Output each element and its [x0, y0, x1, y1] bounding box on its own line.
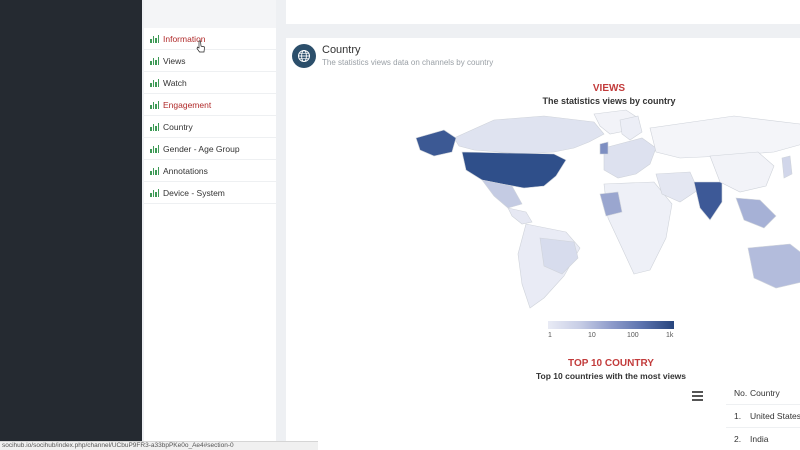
nav-item-label: Annotations	[163, 165, 208, 176]
nav-item-gender-age-group[interactable]: Gender - Age Group	[144, 138, 276, 160]
map-region-southeast-asia	[735, 197, 777, 229]
app-sidebar	[0, 0, 142, 450]
bar-chart-icon	[150, 144, 159, 153]
top10-title: TOP 10 COUNTRY	[568, 358, 654, 369]
world-map[interactable]	[404, 108, 800, 318]
legend-label: 10	[588, 332, 596, 339]
nav-item-label: Engagement	[163, 99, 212, 110]
nav-item-views[interactable]: Views	[144, 50, 276, 72]
globe-icon	[292, 44, 316, 68]
section-nav: Information Views Watch Engagement Count…	[144, 28, 276, 450]
row-number: 2.	[734, 434, 742, 444]
nav-header-strip	[144, 0, 276, 28]
bar-chart-icon	[150, 188, 159, 197]
browser-status-bar: socihub.io/socihub/index.php/channel/UCb…	[0, 441, 318, 450]
legend-color-scale	[548, 321, 674, 329]
map-region-west-africa	[599, 191, 623, 217]
column-header-no: No.	[734, 388, 748, 398]
nav-item-annotations[interactable]: Annotations	[144, 160, 276, 182]
bar-chart-icon	[150, 166, 159, 175]
legend-label: 100	[627, 332, 639, 339]
table-header-row: No. Country	[726, 382, 800, 405]
content-top-bar	[286, 0, 800, 24]
bar-chart-icon	[150, 100, 159, 109]
table-row[interactable]: 2. India	[726, 428, 800, 450]
map-region-central-america	[507, 207, 533, 225]
bar-chart-icon	[150, 56, 159, 65]
map-region-russia	[649, 115, 800, 159]
top10-table: No. Country 1. United States 2. India	[726, 382, 800, 450]
bar-chart-icon	[150, 34, 159, 43]
bar-chart-icon	[150, 78, 159, 87]
nav-item-label: Device - System	[163, 187, 225, 198]
map-region-japan	[781, 155, 793, 179]
map-region-europe	[603, 137, 657, 179]
nav-item-engagement[interactable]: Engagement	[144, 94, 276, 116]
legend-label: 1	[548, 332, 552, 339]
map-region-usa	[461, 151, 567, 189]
nav-item-country[interactable]: Country	[144, 116, 276, 138]
nav-item-information[interactable]: Information	[144, 28, 276, 50]
nav-item-label: Gender - Age Group	[163, 143, 240, 154]
card-subtitle: The statistics views data on channels by…	[322, 58, 494, 67]
column-header-country: Country	[750, 388, 780, 398]
row-country: United States	[750, 411, 800, 421]
map-region-canada	[453, 115, 605, 155]
table-row[interactable]: 1. United States	[726, 405, 800, 428]
map-region-india	[693, 181, 723, 221]
row-country: India	[750, 434, 769, 444]
nav-item-device-system[interactable]: Device - System	[144, 182, 276, 204]
bar-chart-icon	[150, 122, 159, 131]
map-legend: 1 10 100 1k	[548, 321, 674, 341]
map-region-alaska	[415, 129, 457, 157]
map-region-uk	[599, 141, 609, 155]
nav-item-label: Country	[163, 121, 193, 132]
map-region-scandinavia	[619, 115, 643, 141]
legend-label: 1k	[666, 332, 674, 339]
nav-item-label: Watch	[163, 77, 187, 88]
mouse-pointer-icon	[196, 40, 205, 53]
row-number: 1.	[734, 411, 742, 421]
nav-item-label: Views	[163, 55, 186, 66]
views-chart-subtitle: The statistics views by country	[542, 96, 676, 106]
views-chart-title: VIEWS	[592, 83, 626, 94]
country-card: Country The statistics views data on cha…	[286, 38, 800, 450]
card-title: Country	[322, 44, 361, 56]
top10-subtitle: Top 10 countries with the most views	[535, 371, 687, 381]
map-region-australia	[747, 243, 800, 289]
hamburger-menu-icon[interactable]	[692, 391, 703, 401]
nav-item-watch[interactable]: Watch	[144, 72, 276, 94]
